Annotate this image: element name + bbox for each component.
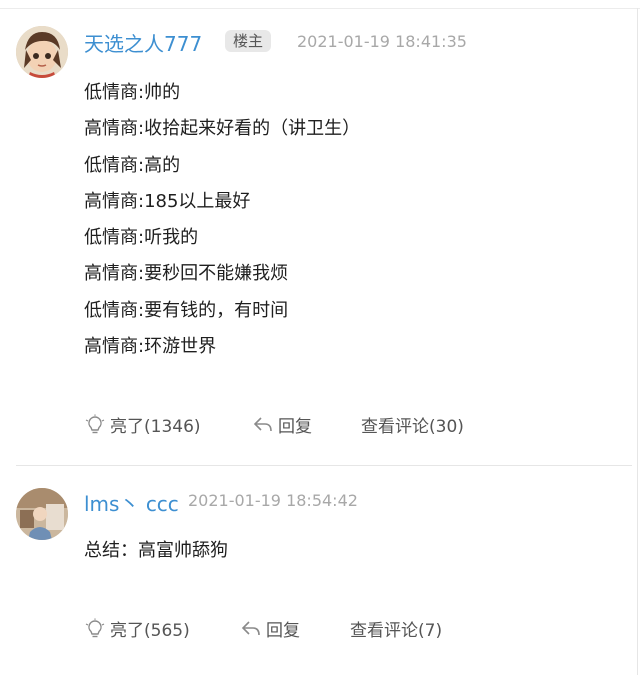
post-divider [16,465,632,466]
reply-label: 回复 [266,621,300,641]
comment-line: 高情商:环游世界 [84,336,217,357]
view-comments-label: 查看评论(7) [350,621,443,641]
op-badge: 楼主 [225,30,272,52]
username[interactable]: lms丶 ccc [84,488,179,517]
comment-line: 高情商:要秒回不能嫌我烦 [84,263,289,284]
comment-line: 高情商:收拾起来好看的（讲卫生） [84,118,361,139]
comment-line: 高情商:185以上最好 [84,191,251,212]
reply-button[interactable]: 回复 [252,412,312,437]
comment-line: 低情商:高的 [84,155,181,176]
timestamp: 2021-01-19 18:54:42 [188,491,358,510]
comment-line: 低情商:要有钱的，有时间 [84,300,289,321]
avatar-image [16,488,68,540]
lightbulb-icon [84,414,106,436]
comment-line: 总结：高富帅舔狗 [84,540,228,561]
avatar-image [16,26,68,78]
reply-arrow-icon [240,618,262,640]
like-count: 亮了(565) [110,621,190,641]
like-count: 亮了(1346) [110,417,201,437]
like-button[interactable]: 亮了(565) [84,616,190,641]
avatar[interactable] [16,26,68,78]
comment-post-1: 天选之人777 楼主 2021-01-19 18:41:35 低情商:帅的 高情… [0,8,640,463]
avatar[interactable] [16,488,68,540]
reply-button[interactable]: 回复 [240,616,300,641]
comment-line: 低情商:帅的 [84,82,181,103]
view-comments-link[interactable]: 查看评论(7) [350,616,442,641]
view-comments-link[interactable]: 查看评论(30) [361,412,464,437]
timestamp: 2021-01-19 18:41:35 [297,32,467,51]
username[interactable]: 天选之人777 [84,28,202,57]
reply-label: 回复 [278,417,312,437]
reply-arrow-icon [252,414,274,436]
like-button[interactable]: 亮了(1346) [84,412,201,437]
lightbulb-icon [84,618,106,640]
comment-post-2: lms丶 ccc 2021-01-19 18:54:42 总结：高富帅舔狗 亮了… [0,470,640,675]
comment-line: 低情商:听我的 [84,227,199,248]
view-comments-label: 查看评论(30) [361,417,464,437]
